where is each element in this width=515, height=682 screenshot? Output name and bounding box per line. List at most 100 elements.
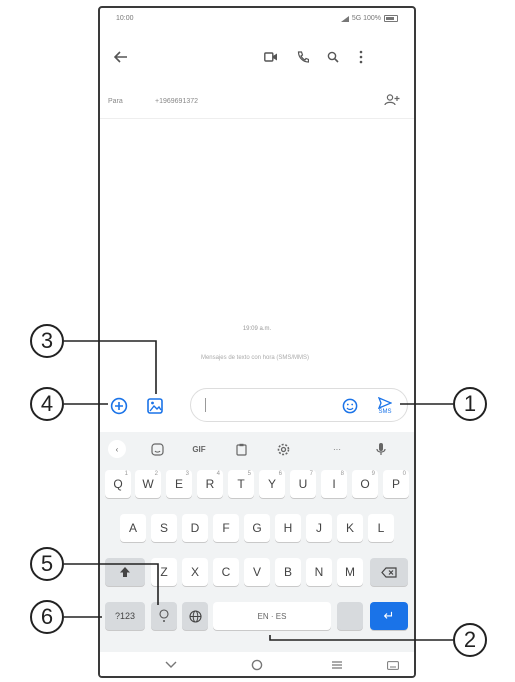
callout-4: 4	[30, 387, 64, 421]
key-label: H	[283, 521, 293, 535]
signal-icon	[340, 15, 349, 22]
shift-key[interactable]	[105, 558, 145, 586]
video-call-icon[interactable]	[260, 46, 282, 68]
key-label: M	[345, 565, 355, 579]
callout-1: 1	[453, 387, 487, 421]
nav-home-icon[interactable]	[246, 656, 268, 674]
plus-circle-icon[interactable]	[108, 395, 130, 417]
key-hint: 7	[309, 471, 313, 477]
back-arrow-icon[interactable]	[110, 46, 132, 68]
more-options-icon[interactable]: ···	[326, 438, 348, 460]
key-label: L	[377, 521, 385, 535]
backspace-icon	[381, 566, 397, 578]
key-p[interactable]: P0	[383, 470, 409, 498]
key-h[interactable]: H	[275, 514, 301, 542]
key-label: C	[221, 565, 231, 579]
key-u[interactable]: U7	[290, 470, 316, 498]
key-s[interactable]: S	[151, 514, 177, 542]
gif-key[interactable]: GIF	[186, 438, 212, 460]
key-hint: 8	[340, 471, 344, 477]
compose-bar: SMS	[100, 380, 414, 432]
status-time: 10:00	[116, 15, 134, 22]
space-key[interactable]: EN · ES	[213, 602, 331, 630]
key-hint: 6	[278, 471, 282, 477]
nav-back-icon[interactable]	[160, 656, 182, 674]
key-label: G	[252, 521, 262, 535]
key-d[interactable]: D	[182, 514, 208, 542]
message-timestamp: 19:09 a.m.	[242, 326, 272, 332]
emoji-key[interactable]	[151, 602, 177, 630]
status-right: 5G 100%	[340, 15, 398, 22]
nav-recents-icon[interactable]	[326, 656, 348, 674]
key-i[interactable]: I8	[321, 470, 347, 498]
symbols-key[interactable]: ?123	[105, 602, 145, 630]
image-icon[interactable]	[144, 395, 166, 417]
callout-2: 2	[453, 623, 487, 657]
key-z[interactable]: Z	[151, 558, 177, 586]
language-globe-key[interactable]	[182, 602, 208, 630]
key-hint: 4	[216, 471, 220, 477]
key-y[interactable]: Y6	[259, 470, 285, 498]
conversation-area	[100, 120, 414, 378]
key-w[interactable]: W2	[135, 470, 161, 498]
key-c[interactable]: C	[213, 558, 239, 586]
key-a[interactable]: A	[120, 514, 146, 542]
key-label: N	[314, 565, 324, 579]
key-m[interactable]: M	[337, 558, 363, 586]
key-b[interactable]: B	[275, 558, 301, 586]
key-label: T	[237, 477, 245, 491]
shift-icon	[120, 567, 130, 577]
key-k[interactable]: K	[337, 514, 363, 542]
toolbar-back-key[interactable]: ‹	[108, 440, 126, 458]
search-icon[interactable]	[322, 46, 344, 68]
settings-gear-icon[interactable]	[272, 438, 294, 460]
key-v[interactable]: V	[244, 558, 270, 586]
recipient-number: +1969691372	[155, 98, 199, 105]
key-g[interactable]: G	[244, 514, 270, 542]
key-l[interactable]: L	[368, 514, 394, 542]
app-bar	[100, 38, 414, 78]
callout-6: 6	[30, 600, 64, 634]
phone-frame: 10:00 5G 100% Para +1969691372 19:09 a.m…	[98, 6, 416, 678]
phone-icon[interactable]	[292, 46, 314, 68]
navigation-bar	[100, 652, 414, 676]
backspace-key[interactable]	[370, 558, 408, 586]
globe-icon	[188, 609, 202, 623]
key-label: S	[159, 521, 168, 535]
message-input[interactable]: SMS	[190, 388, 408, 422]
key-label: D	[190, 521, 200, 535]
enter-key[interactable]: ↵	[370, 602, 408, 630]
key-label: F	[222, 521, 230, 535]
key-label: P	[391, 477, 400, 491]
key-n[interactable]: N	[306, 558, 332, 586]
send-icon	[378, 397, 392, 409]
key-label: O	[360, 477, 370, 491]
send-button[interactable]: SMS	[373, 391, 397, 421]
key-label: J	[316, 521, 322, 535]
key-r[interactable]: R4	[197, 470, 223, 498]
key-t[interactable]: T5	[228, 470, 254, 498]
person-add-icon[interactable]	[384, 94, 400, 108]
key-x[interactable]: X	[182, 558, 208, 586]
key-hint: 5	[247, 471, 251, 477]
key-label: X	[190, 565, 199, 579]
period-key[interactable]	[337, 602, 363, 630]
text-cursor	[205, 398, 206, 412]
key-label: E	[174, 477, 183, 491]
sticker-icon[interactable]	[146, 438, 168, 460]
key-o[interactable]: O9	[352, 470, 378, 498]
mic-icon[interactable]	[370, 438, 392, 460]
more-vert-icon[interactable]	[350, 46, 372, 68]
key-hint: 9	[371, 471, 375, 477]
clipboard-icon[interactable]	[230, 438, 252, 460]
key-f[interactable]: F	[213, 514, 239, 542]
key-q[interactable]: Q1	[105, 470, 131, 498]
emoji-icon[interactable]	[339, 395, 361, 417]
nav-keyboard-icon[interactable]	[382, 656, 404, 674]
key-j[interactable]: J	[306, 514, 332, 542]
key-e[interactable]: E3	[166, 470, 192, 498]
key-label: W	[142, 477, 154, 491]
key-hint: 3	[185, 471, 189, 477]
key-label: I	[332, 477, 336, 491]
status-network: 5G 100%	[351, 15, 381, 22]
